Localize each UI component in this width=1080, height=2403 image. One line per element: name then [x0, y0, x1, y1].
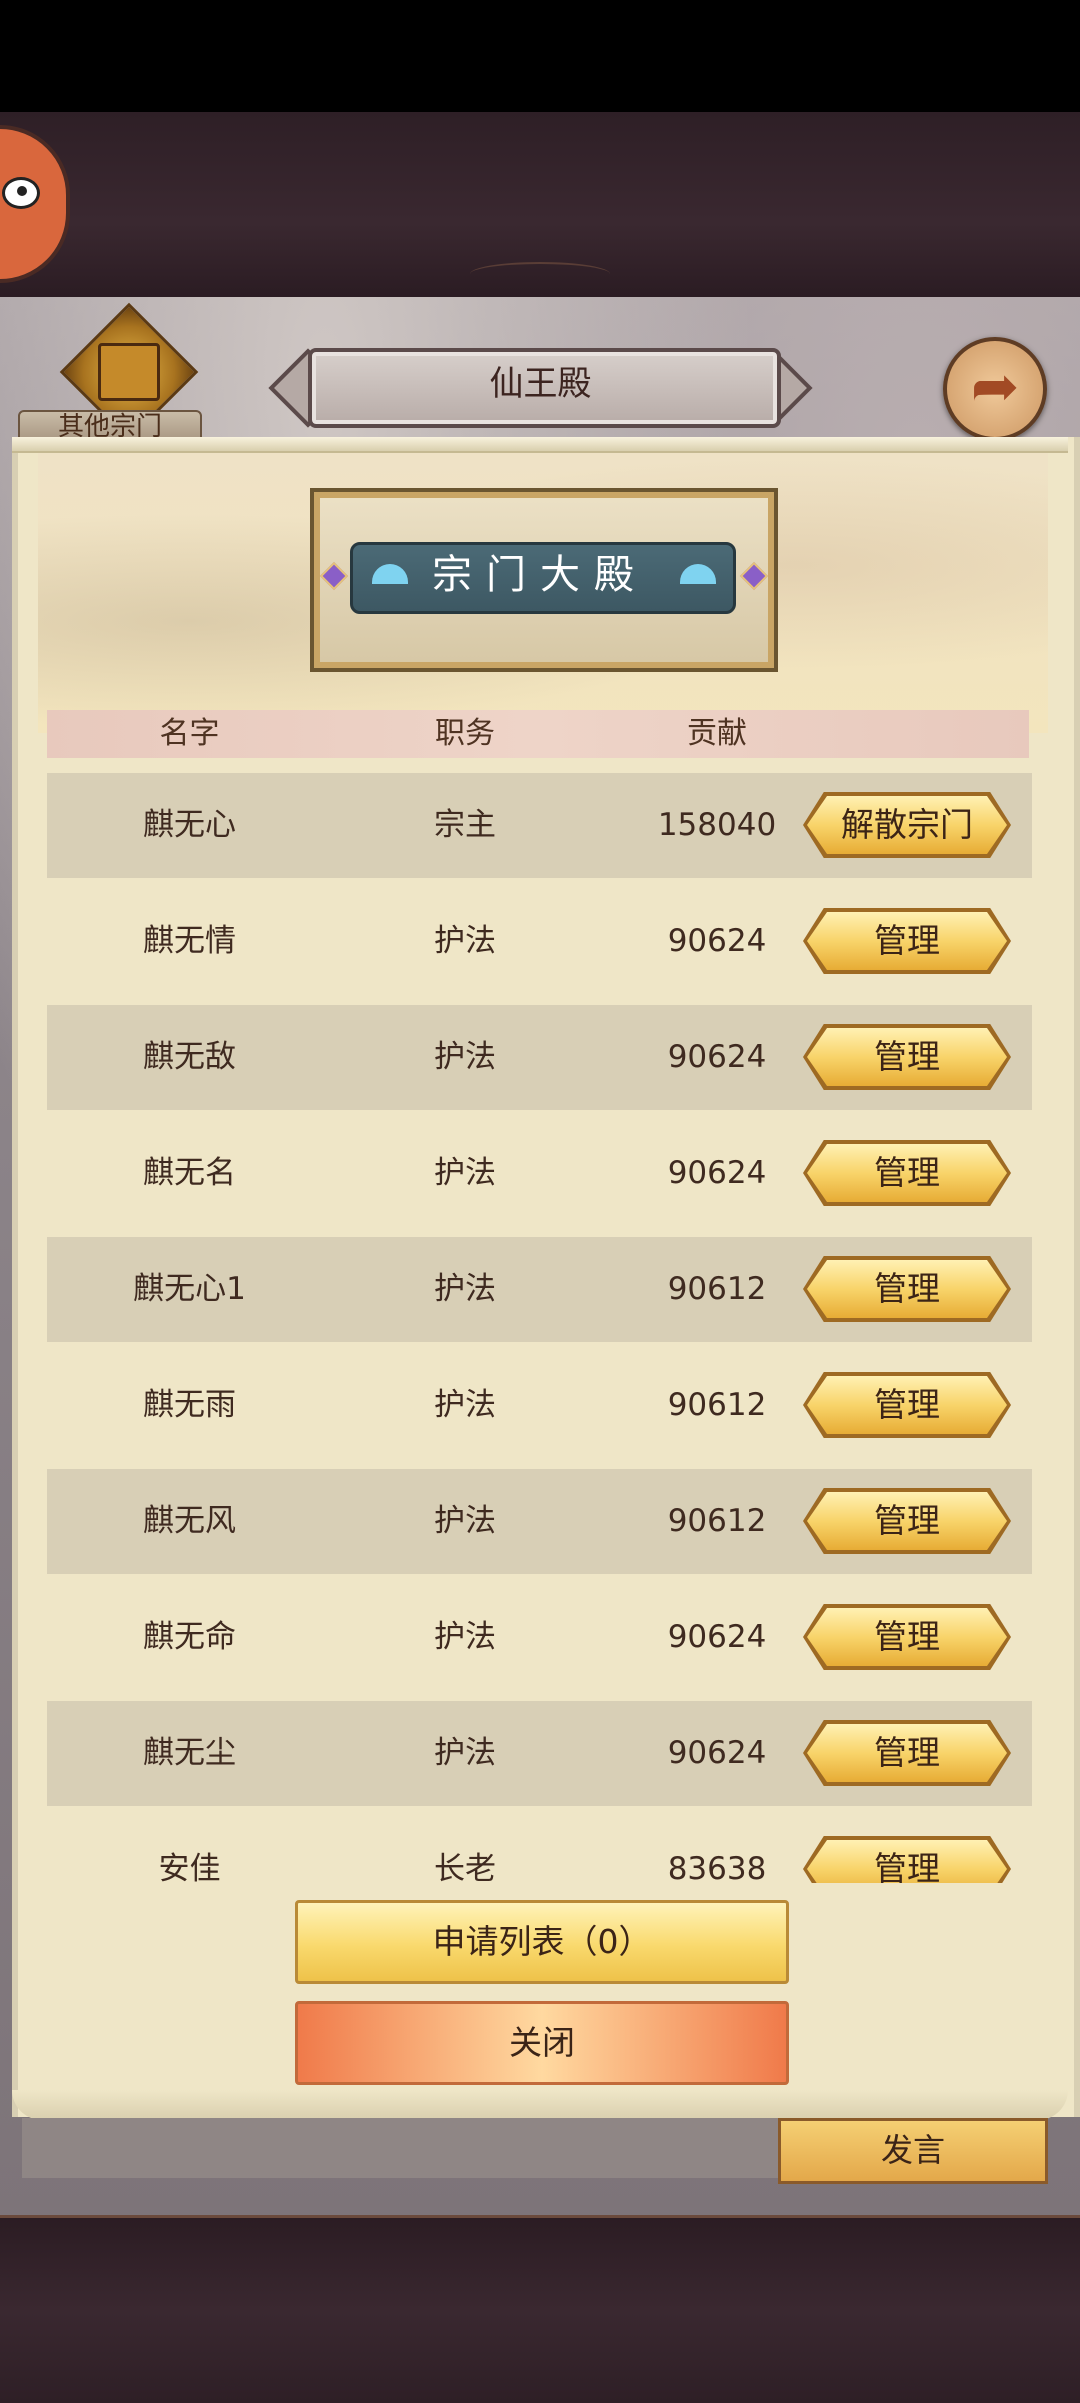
member-contribution: 90624	[667, 1619, 767, 1655]
member-name: 安佳	[158, 1851, 221, 1883]
member-name: 麒无敌	[143, 1039, 236, 1075]
apply-list-button[interactable]: 申请列表（0）	[295, 1900, 789, 1984]
table-row: 麒无名 护法 90624 管理	[47, 1121, 1032, 1226]
member-role: 宗主	[434, 807, 496, 843]
table-row: 麒无情 护法 90624 管理	[47, 889, 1032, 994]
top-frame	[0, 112, 1080, 300]
sect-gate-icon	[98, 343, 160, 401]
member-role: 护法	[434, 1155, 496, 1191]
member-name: 麒无雨	[143, 1387, 236, 1423]
member-contribution: 90612	[667, 1271, 767, 1307]
other-sects-button[interactable]: 其他宗门	[18, 302, 202, 444]
table-row: 麒无心 宗主 158040 解散宗门	[47, 773, 1032, 878]
member-contribution: 83638	[667, 1851, 767, 1883]
manage-button[interactable]: 管理	[807, 1608, 1007, 1666]
close-button[interactable]: 关闭	[295, 2001, 789, 2085]
table-row: 麒无心1 护法 90612 管理	[47, 1237, 1032, 1342]
sect-hall-plaque: 宗门大殿	[310, 488, 778, 672]
manage-button[interactable]: 管理	[807, 1376, 1007, 1434]
manage-button[interactable]: 管理	[807, 1724, 1007, 1782]
member-role: 护法	[434, 1735, 496, 1771]
member-name: 麒无心	[143, 807, 236, 843]
gem-icon	[739, 561, 769, 591]
table-header: 名字 职务 贡献	[47, 710, 1029, 758]
member-contribution: 158040	[657, 807, 777, 843]
member-role: 护法	[434, 1039, 496, 1075]
member-name: 麒无风	[143, 1503, 236, 1539]
title-banner: 仙王殿	[268, 348, 813, 428]
member-role: 护法	[434, 1619, 496, 1655]
table-row: 麒无风 护法 90612 管理	[47, 1469, 1032, 1574]
member-list[interactable]: 麒无心 宗主 158040 解散宗门 麒无情 护法 90624 管理 麒无敌 护…	[47, 773, 1032, 1883]
table-row: 麒无尘 护法 90624 管理	[47, 1701, 1032, 1806]
member-contribution: 90612	[667, 1387, 767, 1423]
table-row: 麒无命 护法 90624 管理	[47, 1585, 1032, 1690]
speak-button[interactable]: 发言	[778, 2118, 1048, 2184]
member-name: 麒无尘	[143, 1735, 236, 1771]
back-arrow-icon: ➦	[970, 352, 1020, 420]
member-role: 护法	[434, 1387, 496, 1423]
bottom-frame	[0, 2215, 1080, 2403]
manage-button[interactable]: 管理	[807, 1492, 1007, 1550]
member-role: 护法	[434, 1503, 496, 1539]
status-bar-area	[0, 0, 1080, 112]
manage-button[interactable]: 管理	[807, 1260, 1007, 1318]
page-title: 仙王殿	[489, 364, 592, 404]
member-contribution: 90624	[667, 1039, 767, 1075]
disband-sect-button[interactable]: 解散宗门	[807, 796, 1007, 854]
member-role: 护法	[434, 923, 496, 959]
member-role: 长老	[434, 1851, 496, 1883]
column-header-name: 名字	[159, 716, 220, 751]
member-role: 护法	[434, 1271, 496, 1307]
member-name: 麒无情	[143, 923, 236, 959]
gem-icon	[319, 561, 349, 591]
scroll-bottom-edge	[12, 2090, 1068, 2120]
manage-button[interactable]: 管理	[807, 1144, 1007, 1202]
table-row: 麒无敌 护法 90624 管理	[47, 1005, 1032, 1110]
column-header-role: 职务	[435, 716, 495, 751]
manage-button[interactable]: 管理	[807, 912, 1007, 970]
member-name: 麒无心1	[133, 1271, 246, 1307]
manage-button[interactable]: 管理	[807, 1028, 1007, 1086]
manage-button[interactable]: 管理	[807, 1840, 1007, 1883]
back-button[interactable]: ➦	[943, 337, 1047, 441]
member-name: 麒无命	[143, 1619, 236, 1655]
member-contribution: 90624	[667, 923, 767, 959]
table-row: 安佳 长老 83638 管理	[47, 1817, 1032, 1883]
column-header-contribution: 贡献	[687, 716, 747, 751]
table-row: 麒无雨 护法 90612 管理	[47, 1353, 1032, 1458]
member-contribution: 90624	[667, 1155, 767, 1191]
plaque-title: 宗门大殿	[432, 552, 648, 598]
member-name: 麒无名	[143, 1155, 236, 1191]
member-contribution: 90612	[667, 1503, 767, 1539]
member-contribution: 90624	[667, 1735, 767, 1771]
